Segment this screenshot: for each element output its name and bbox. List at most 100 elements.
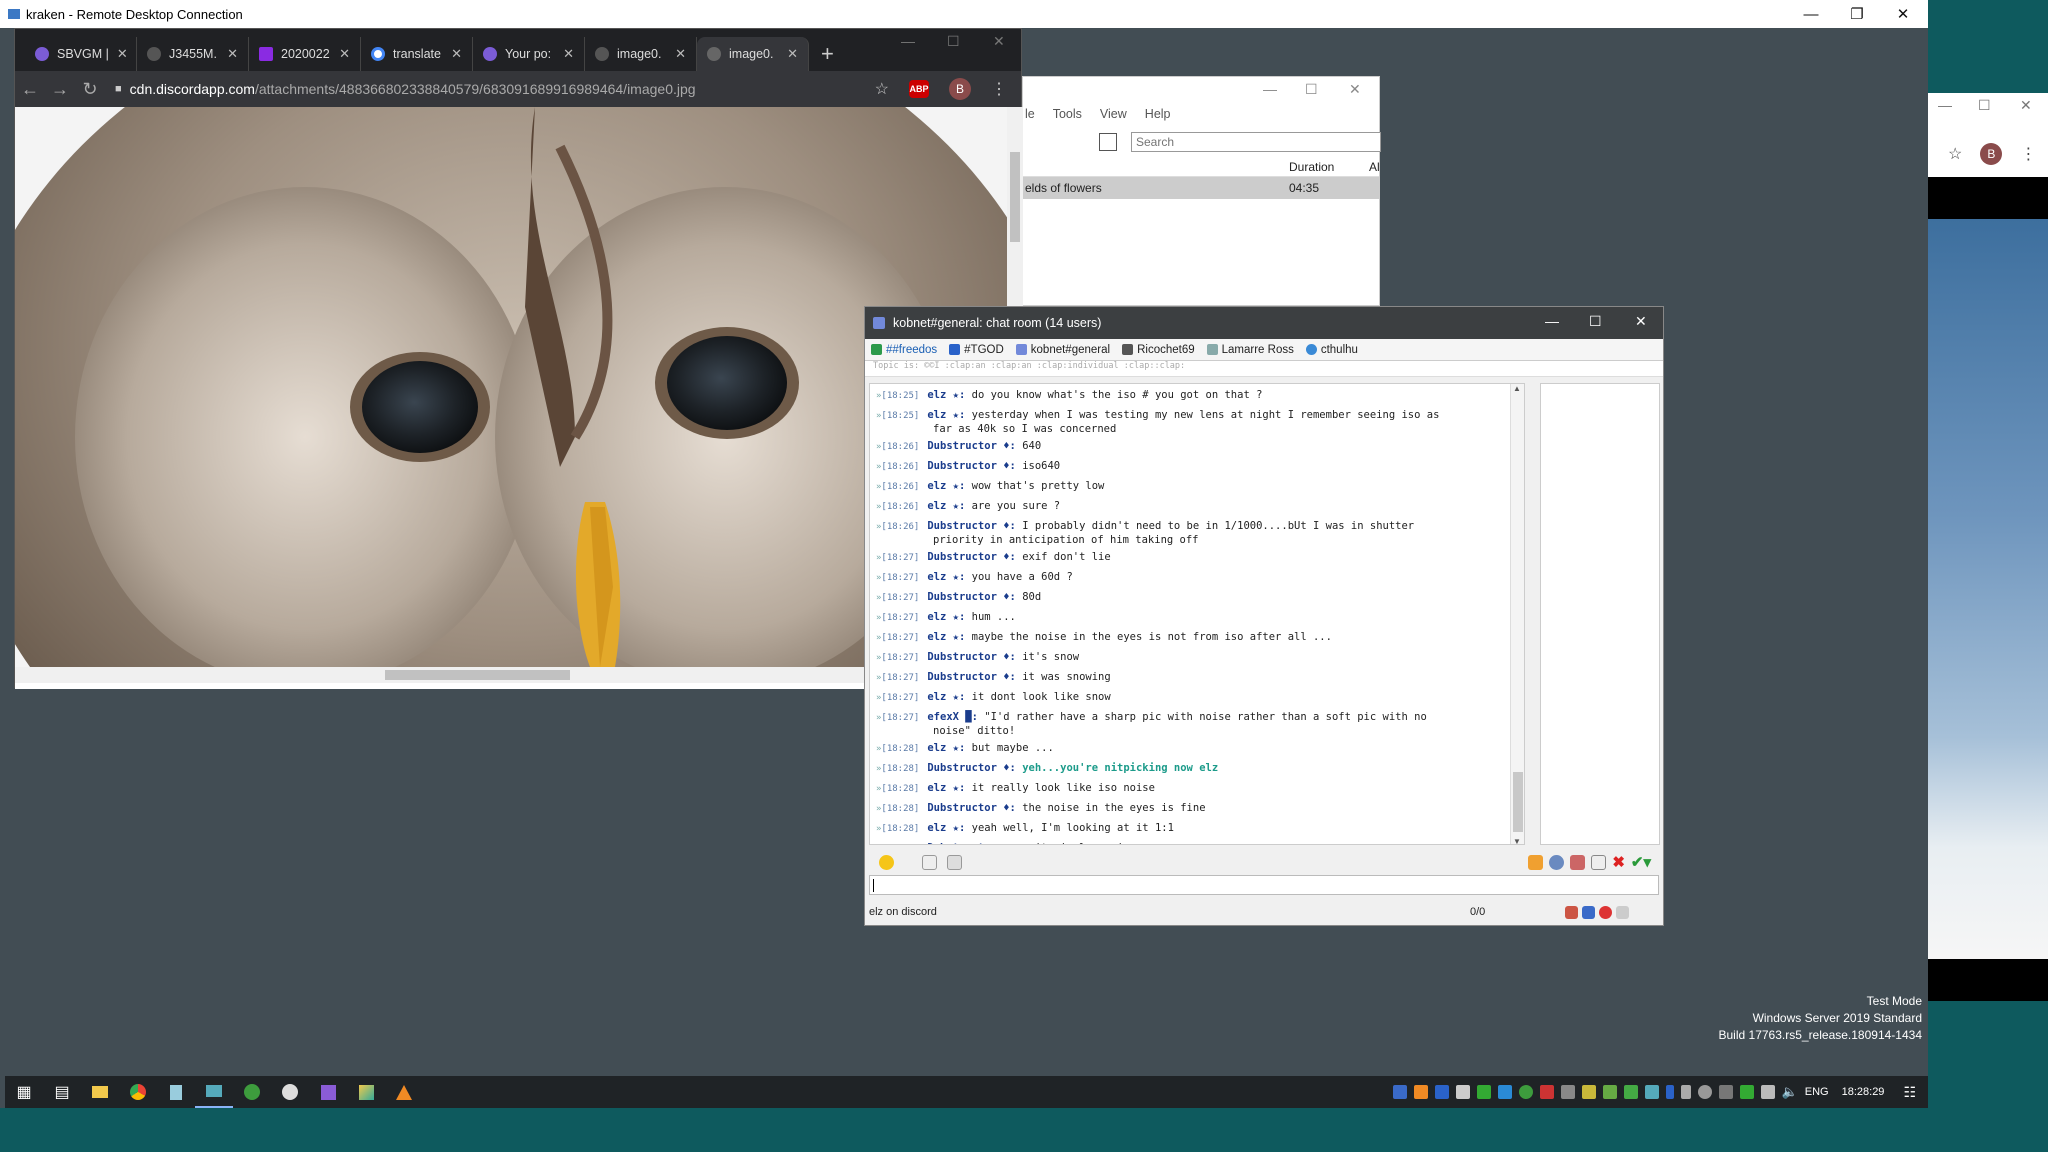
tray-icon[interactable] xyxy=(1581,1085,1596,1099)
menu-tools[interactable]: Tools xyxy=(1053,107,1082,121)
forward-icon[interactable]: → xyxy=(45,79,75,100)
tab-2[interactable]: 2020022 ✕ xyxy=(249,37,361,71)
file-explorer-icon[interactable] xyxy=(81,1076,119,1108)
message-nick[interactable]: elz ★: xyxy=(927,631,965,643)
tab-1[interactable]: J3455M. ✕ xyxy=(137,37,249,71)
text-format-icon[interactable] xyxy=(922,854,937,870)
message-nick[interactable]: elz ★: xyxy=(927,409,965,421)
restore-icon[interactable]: ❐ xyxy=(1834,0,1880,28)
close-icon[interactable]: ✕ xyxy=(2020,97,2032,114)
search-input[interactable] xyxy=(1131,132,1381,152)
col-album[interactable]: Al xyxy=(1369,160,1380,174)
maximize-icon[interactable]: ☐ xyxy=(1978,97,1991,114)
tab-ricochet69[interactable]: Ricochet69 xyxy=(1122,344,1195,356)
tray-icon[interactable] xyxy=(1739,1085,1754,1099)
menu-help[interactable]: Help xyxy=(1145,107,1171,121)
new-tab-button[interactable]: + xyxy=(809,37,846,71)
menu-view[interactable]: View xyxy=(1100,107,1127,121)
scroll-up-icon[interactable]: ▲ xyxy=(1513,384,1521,393)
maximize-icon[interactable]: ☐ xyxy=(947,33,960,50)
tray-icon[interactable] xyxy=(1476,1085,1491,1099)
menu-file[interactable]: le xyxy=(1025,107,1035,121)
minimize-icon[interactable]: — xyxy=(1938,97,1952,113)
message-nick[interactable]: elz ★: xyxy=(927,571,965,583)
minimize-icon[interactable]: — xyxy=(1545,313,1559,329)
save-icon[interactable] xyxy=(1582,905,1595,919)
tab-5[interactable]: image0. ✕ xyxy=(585,37,697,71)
mail-icon[interactable] xyxy=(1455,1085,1470,1099)
paint-icon[interactable] xyxy=(347,1076,385,1108)
message-nick[interactable]: elz ★: xyxy=(927,691,965,703)
block-icon[interactable] xyxy=(1599,905,1612,919)
contact-icon[interactable] xyxy=(1565,905,1578,919)
language-indicator[interactable]: ENG xyxy=(1805,1086,1829,1098)
close-tab-icon[interactable]: ✕ xyxy=(675,46,686,62)
vertical-scrollbar[interactable]: ▲ ▼ xyxy=(1510,384,1524,844)
media-player-window[interactable]: — ☐ ✕ le Tools View Help Duration Al eld… xyxy=(1022,76,1381,306)
close-tab-icon[interactable]: ✕ xyxy=(227,46,238,62)
close-tab-icon[interactable]: ✕ xyxy=(339,46,350,62)
message-nick[interactable]: Dubstructor ♦: xyxy=(927,802,1016,814)
background-browser-window[interactable]: — ☐ ✕ ☆ B ⋮ xyxy=(1928,93,2048,1001)
horizontal-scrollbar[interactable] xyxy=(15,667,1007,683)
message-nick[interactable]: Dubstructor ♦: xyxy=(927,591,1016,603)
close-icon[interactable]: ✕ xyxy=(993,33,1005,50)
menu-kebab-icon[interactable]: ⋮ xyxy=(2020,144,2036,164)
close-tab-icon[interactable]: ✕ xyxy=(117,46,128,62)
close-tab-icon[interactable]: ✕ xyxy=(787,46,798,62)
network-icon[interactable] xyxy=(1760,1085,1775,1099)
tray-icon[interactable] xyxy=(1602,1085,1617,1099)
message-nick[interactable]: elz ★: xyxy=(927,611,965,623)
message-nick[interactable]: elz ★: xyxy=(927,480,965,492)
utorrent-icon[interactable] xyxy=(233,1076,271,1108)
maximize-icon[interactable]: ☐ xyxy=(1589,313,1602,330)
vlc-tray-icon[interactable] xyxy=(1413,1085,1428,1099)
message-nick[interactable]: Dubstructor ♦: xyxy=(927,440,1016,452)
user-list[interactable] xyxy=(1540,383,1660,845)
visual-studio-icon[interactable] xyxy=(309,1076,347,1108)
tab-kobnet-general[interactable]: kobnet#general xyxy=(1015,344,1110,356)
smiley-icon[interactable] xyxy=(879,854,894,870)
address-bar[interactable]: ■ cdn.discordapp.com/attachments/4883668… xyxy=(115,81,696,97)
chrome-icon[interactable] xyxy=(119,1076,157,1108)
tray-icon[interactable] xyxy=(1697,1085,1712,1099)
chat-client-icon[interactable] xyxy=(195,1076,233,1108)
send-check-icon[interactable]: ✔▾ xyxy=(1631,853,1651,871)
scroll-thumb[interactable] xyxy=(1513,772,1523,832)
message-nick[interactable]: Dubstructor ♦: xyxy=(927,651,1016,663)
menu-kebab-icon[interactable]: ⋮ xyxy=(991,79,1007,99)
tray-icon[interactable] xyxy=(1392,1085,1407,1099)
profile-avatar[interactable]: B xyxy=(1980,143,2003,165)
close-icon[interactable]: ✕ xyxy=(1880,0,1926,28)
tab-cthulhu[interactable]: cthulhu xyxy=(1305,344,1358,356)
bluetooth-icon[interactable] xyxy=(1665,1085,1674,1099)
start-icon[interactable]: ▦ xyxy=(5,1076,43,1108)
close-icon[interactable]: ✕ xyxy=(1349,81,1361,98)
message-nick[interactable]: elz ★: xyxy=(927,500,965,512)
bookmark-star-icon[interactable]: ☆ xyxy=(1948,144,1962,164)
maximize-icon[interactable]: ☐ xyxy=(1305,81,1318,98)
message-nick[interactable]: Dubstructor ♦: xyxy=(927,671,1016,683)
back-icon[interactable]: ← xyxy=(15,79,45,100)
message-nick[interactable]: Dubstructor ♦: xyxy=(927,762,1016,774)
minimize-icon[interactable]: — xyxy=(1788,0,1834,28)
message-nick[interactable]: elz ★: xyxy=(927,822,965,834)
table-row[interactable]: elds of flowers 04:35 xyxy=(1023,177,1379,199)
delete-icon[interactable]: ✖ xyxy=(1612,853,1625,871)
bookmark-star-icon[interactable]: ☆ xyxy=(875,79,889,99)
message-nick[interactable]: Dubstructor ♦: xyxy=(927,520,1016,532)
settings-icon[interactable] xyxy=(1549,854,1565,870)
usb-icon[interactable] xyxy=(1680,1085,1691,1099)
tab-0[interactable]: SBVGM | ✕ xyxy=(25,37,137,71)
reload-icon[interactable]: ↻ xyxy=(75,79,105,100)
tab-6[interactable]: image0. ✕ xyxy=(697,37,809,71)
tab-4[interactable]: Your po: ✕ xyxy=(473,37,585,71)
tab-lamarre-ross[interactable]: Lamarre Ross xyxy=(1206,344,1294,356)
message-nick[interactable]: Dubstructor ♦: xyxy=(927,460,1016,472)
tab-tgod[interactable]: #TGOD xyxy=(949,344,1004,356)
utorrent-tray-icon[interactable] xyxy=(1518,1085,1533,1099)
chat-window[interactable]: kobnet#general: chat room (14 users) — ☐… xyxy=(864,306,1664,926)
message-log[interactable]: » [18:25] elz ★: do you know what's the is… xyxy=(869,383,1525,845)
tray-icon[interactable] xyxy=(1434,1085,1449,1099)
minimize-icon[interactable]: — xyxy=(901,33,915,49)
